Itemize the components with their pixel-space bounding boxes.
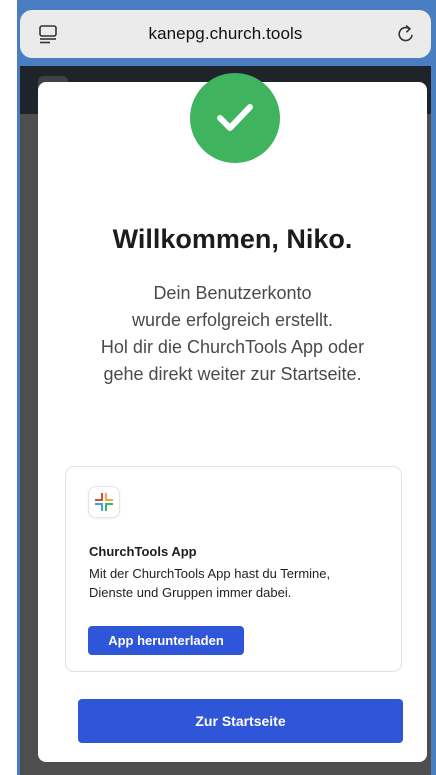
message-line: gehe direkt weiter zur Startseite. — [103, 364, 362, 384]
message-line: Dein Benutzerkonto — [153, 283, 312, 303]
address-bar[interactable]: kanepg.church.tools — [20, 10, 431, 58]
description-line: Mit der ChurchTools App hast du Termine, — [89, 566, 331, 581]
app-title: ChurchTools App — [89, 544, 197, 559]
description-line: Dienste und Gruppen immer dabei. — [89, 585, 292, 600]
url-text[interactable]: kanepg.church.tools — [148, 24, 302, 44]
message-line: wurde erfolgreich erstellt. — [131, 310, 334, 330]
message-line: Hol dir die ChurchTools App oder — [100, 337, 365, 357]
go-to-homepage-button[interactable]: Zur Startseite — [78, 699, 403, 743]
checkmark-icon — [217, 104, 253, 131]
success-badge — [190, 73, 280, 163]
welcome-title: Willkommen, Niko. — [112, 224, 353, 254]
churchtools-logo-icon — [89, 487, 119, 517]
app-card: ChurchTools App Mit der ChurchTools App … — [65, 466, 402, 672]
tabs-icon[interactable] — [38, 24, 58, 44]
download-app-button[interactable]: App herunterladen — [88, 626, 244, 655]
app-description: Mit der ChurchTools App hast du Termine,… — [89, 564, 389, 602]
welcome-message: Dein Benutzerkonto wurde erfolgreich ers… — [38, 280, 427, 388]
reload-icon[interactable] — [395, 23, 417, 45]
